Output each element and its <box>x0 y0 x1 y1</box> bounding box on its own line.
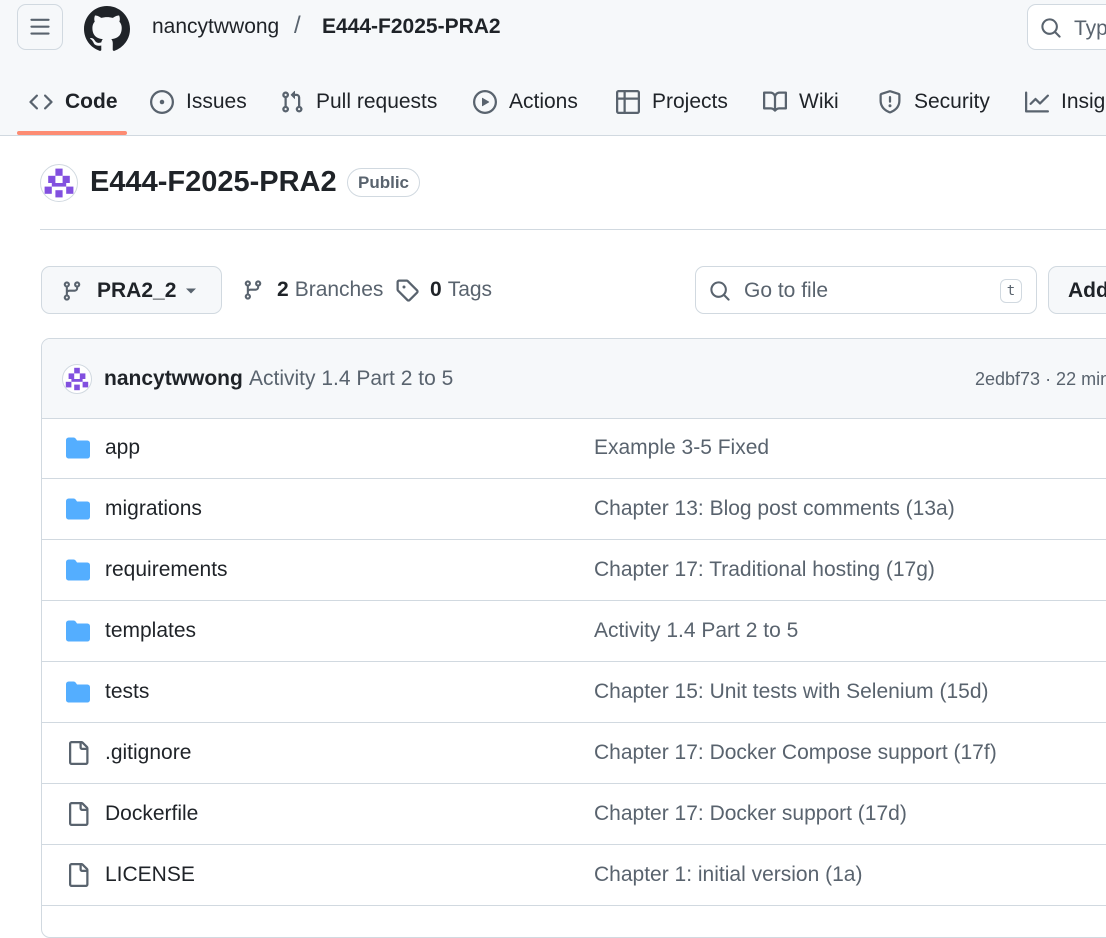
file-commit-message-link[interactable]: Chapter 15: Unit tests with Selenium (15… <box>594 680 989 704</box>
file-name-link[interactable]: templates <box>105 619 196 643</box>
latest-commit-bar: nancytwwong Activity 1.4 Part 2 to 5 2ed… <box>42 339 1106 419</box>
go-to-file-placeholder: Go to file <box>744 279 829 302</box>
branches-count: 2 <box>277 278 289 301</box>
repo-title[interactable]: E444-F2025-PRA2 <box>90 166 337 199</box>
folder-icon <box>66 558 90 582</box>
file-name-link[interactable]: .gitignore <box>105 741 191 765</box>
title-divider <box>40 229 1106 230</box>
file-name-link[interactable]: migrations <box>105 497 202 521</box>
tab-label: Insights <box>1061 90 1106 113</box>
add-file-button[interactable]: Add file <box>1048 266 1106 314</box>
search-icon <box>1041 18 1061 38</box>
graph-icon <box>1025 91 1049 113</box>
file-list: app Example 3-5 Fixed migrations Chapter 13… <box>42 418 1106 906</box>
file-row[interactable]: LICENSE Chapter 1: initial version (1a) <box>42 845 1106 906</box>
file-name-link[interactable]: requirements <box>105 558 228 582</box>
branch-name: PRA2_2 <box>97 279 177 302</box>
add-file-label: Add file <box>1068 279 1106 302</box>
github-logo-icon[interactable] <box>84 6 130 52</box>
search-icon <box>710 281 730 301</box>
tab-label: Security <box>914 90 990 113</box>
branch-selector-button[interactable]: PRA2_2 <box>41 266 222 314</box>
hamburger-menu-button[interactable] <box>17 4 63 50</box>
tags-link[interactable]: 0 Tags <box>395 278 492 302</box>
tags-label: Tags <box>447 278 493 301</box>
file-commit-message-link[interactable]: Chapter 13: Blog post comments (13a) <box>594 497 955 521</box>
branches-label: Branches <box>294 278 384 301</box>
table-icon <box>616 90 640 114</box>
global-search-placeholder: Type <box>1074 17 1106 40</box>
pull-request-icon <box>282 90 303 113</box>
commit-message-link[interactable]: Activity 1.4 Part 2 to 5 <box>249 367 453 391</box>
active-tab-indicator <box>17 131 127 135</box>
file-row[interactable]: Dockerfile Chapter 17: Docker support (17… <box>42 784 1106 845</box>
file-commit-message-link[interactable]: Chapter 17: Docker support (17d) <box>594 802 907 826</box>
tab-wiki[interactable]: Wiki <box>763 88 839 116</box>
shield-icon <box>879 90 901 114</box>
global-search-button[interactable]: Type <box>1027 4 1106 50</box>
tab-label: Pull requests <box>316 90 438 113</box>
breadcrumb-owner-link[interactable]: nancytwwong <box>152 15 279 39</box>
tab-actions[interactable]: Actions <box>473 88 578 116</box>
commit-author-link[interactable]: nancytwwong <box>104 367 243 391</box>
file-row[interactable]: requirements Chapter 17: Traditional host… <box>42 540 1106 601</box>
file-commit-message-link[interactable]: Chapter 17: Docker Compose support (17f) <box>594 741 997 765</box>
tab-pull-requests[interactable]: Pull requests <box>280 88 437 116</box>
file-commit-message-link[interactable]: Example 3-5 Fixed <box>594 436 769 460</box>
tab-issues[interactable]: Issues <box>150 88 247 116</box>
tab-label: Code <box>65 90 118 113</box>
file-name-link[interactable]: tests <box>105 680 149 704</box>
folder-icon <box>66 680 90 704</box>
chevron-down-icon <box>186 288 196 294</box>
issue-icon <box>150 90 174 114</box>
tab-label: Actions <box>509 90 578 113</box>
global-header: nancytwwong / E444-F2025-PRA2 Type Code … <box>0 0 1106 136</box>
folder-icon <box>66 436 90 460</box>
play-icon <box>473 90 497 114</box>
file-commit-message-link[interactable]: Activity 1.4 Part 2 to 5 <box>594 619 798 643</box>
breadcrumb-separator: / <box>294 12 301 39</box>
tab-insights[interactable]: Insights <box>1025 88 1106 116</box>
tags-count: 0 <box>430 278 442 301</box>
tab-code[interactable]: Code <box>29 88 118 116</box>
branches-link[interactable]: 2 Branches <box>242 278 383 302</box>
file-browser: nancytwwong Activity 1.4 Part 2 to 5 2ed… <box>41 338 1106 938</box>
file-icon <box>66 802 90 826</box>
commit-hash-and-time[interactable]: 2edbf73 · 22 minutes ago <box>975 369 1106 390</box>
tag-icon <box>396 279 419 302</box>
breadcrumb-repo-link[interactable]: E444-F2025-PRA2 <box>322 15 501 39</box>
menu-icon <box>30 18 50 35</box>
go-to-file-input[interactable]: Go to file t <box>695 266 1037 314</box>
visibility-badge: Public <box>347 168 421 197</box>
file-row[interactable]: app Example 3-5 Fixed <box>42 418 1106 479</box>
file-name-link[interactable]: LICENSE <box>105 863 195 887</box>
tab-projects[interactable]: Projects <box>616 88 728 116</box>
file-commit-message-link[interactable]: Chapter 17: Traditional hosting (17g) <box>594 558 935 582</box>
commit-author-avatar[interactable] <box>62 364 92 394</box>
branch-icon <box>244 280 262 300</box>
file-name-link[interactable]: app <box>105 436 140 460</box>
folder-icon <box>66 497 90 521</box>
file-commit-message-link[interactable]: Chapter 1: initial version (1a) <box>594 863 862 887</box>
tab-label: Projects <box>652 90 728 113</box>
file-row[interactable]: templates Activity 1.4 Part 2 to 5 <box>42 601 1106 662</box>
file-name-link[interactable]: Dockerfile <box>105 802 198 826</box>
branch-icon <box>63 281 81 301</box>
book-icon <box>763 91 787 112</box>
tab-label: Wiki <box>799 90 839 113</box>
owner-avatar[interactable] <box>40 164 78 202</box>
keyboard-shortcut-hint: t <box>1000 279 1022 303</box>
file-row[interactable]: .gitignore Chapter 17: Docker Compose sup… <box>42 723 1106 784</box>
file-row[interactable]: migrations Chapter 13: Blog post comments… <box>42 479 1106 540</box>
tab-label: Issues <box>186 90 247 113</box>
tab-security[interactable]: Security <box>878 88 990 116</box>
file-row[interactable]: tests Chapter 15: Unit tests with Seleniu… <box>42 662 1106 723</box>
folder-icon <box>66 619 90 643</box>
code-icon <box>29 94 53 110</box>
file-icon <box>66 741 90 765</box>
file-icon <box>66 863 90 887</box>
